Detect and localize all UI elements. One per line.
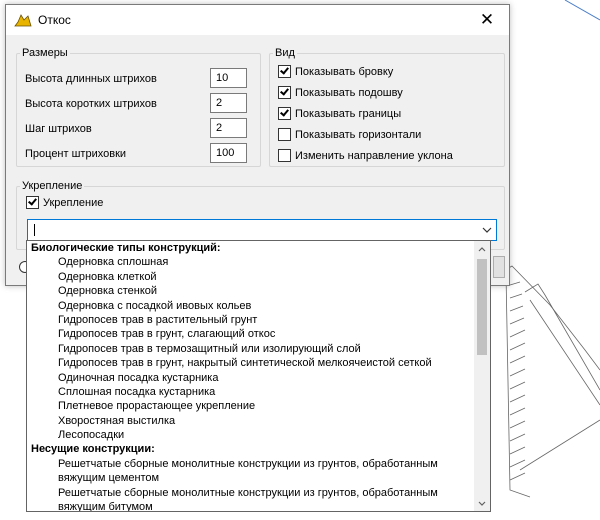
show-toe-label: Показывать подошву [295, 86, 403, 99]
stroke-step-input[interactable] [210, 118, 247, 138]
chevron-down-icon [478, 501, 486, 506]
reverse-slope-checkbox[interactable] [278, 149, 291, 162]
sizes-legend: Размеры [20, 47, 70, 59]
dropdown-option[interactable]: Решетчатые сборные монолитные конструкци… [27, 486, 474, 511]
dropdown-scrollbar[interactable] [474, 241, 490, 511]
show-borders-label: Показывать границы [295, 107, 402, 120]
short-stroke-input[interactable] [210, 93, 247, 113]
hatch-percent-label: Процент штриховки [25, 148, 127, 160]
chevron-up-icon [478, 246, 486, 251]
dropdown-option[interactable]: Одиночная посадка кустарника [27, 371, 474, 385]
reverse-slope-option[interactable]: Изменить направление уклона [278, 149, 453, 162]
dropdown-option[interactable]: Сплошная посадка кустарника [27, 385, 474, 399]
reinforcement-checkbox[interactable] [26, 196, 39, 209]
dropdown-option[interactable]: Гидропосев трав в грунт, слагающий откос [27, 327, 474, 341]
show-edge-label: Показывать бровку [295, 65, 394, 78]
chevron-down-icon [482, 227, 492, 233]
scroll-thumb[interactable] [477, 259, 487, 355]
show-contours-option[interactable]: Показывать горизонтали [278, 128, 421, 141]
show-edge-option[interactable]: Показывать бровку [278, 65, 393, 78]
app-icon [14, 14, 32, 27]
reinforcement-option[interactable]: Укрепление [26, 196, 103, 209]
dropdown-option[interactable]: Одерновка клеткой [27, 270, 474, 284]
dropdown-list: Биологические типы конструкций: Одерновка… [27, 241, 474, 511]
checkmark-icon [280, 65, 289, 75]
scroll-up-button[interactable] [474, 241, 490, 257]
dropdown-option[interactable]: Лесопосадки [27, 428, 474, 442]
dropdown-option[interactable]: Хворостяная выстилка [27, 414, 474, 428]
show-borders-checkbox[interactable] [278, 107, 291, 120]
reinforcement-label: Укрепление [43, 196, 104, 209]
close-icon: ✕ [479, 10, 495, 29]
show-contours-checkbox[interactable] [278, 128, 291, 141]
hatch-percent-input[interactable] [210, 143, 247, 163]
dropdown-option[interactable]: Одерновка с посадкой ивовых кольев [27, 299, 474, 313]
checkmark-icon [280, 107, 289, 117]
combo-dropdown-button[interactable] [478, 220, 496, 240]
close-button[interactable]: ✕ [465, 5, 509, 35]
checkmark-icon [280, 86, 289, 96]
dropdown-option[interactable]: Решетчатые сборные монолитные конструкци… [27, 457, 474, 486]
stroke-step-label: Шаг штрихов [25, 123, 92, 135]
dropdown-option[interactable]: Плетневое прорастающее укрепление [27, 399, 474, 413]
reinforcement-type-combo[interactable] [27, 219, 497, 241]
dropdown-option[interactable]: Одерновка стенкой [27, 284, 474, 298]
title-bar: Откос ✕ [6, 5, 509, 35]
dropdown-category: Несущие конструкции: [31, 443, 155, 456]
show-toe-option[interactable]: Показывать подошву [278, 86, 403, 99]
view-group: Вид Показывать бровку Показывать подошву… [269, 47, 505, 167]
dropdown-option[interactable]: Гидропосев трав в растительный грунт [27, 313, 474, 327]
dropdown-option[interactable]: Гидропосев трав в термозащитный или изол… [27, 342, 474, 356]
scroll-down-button[interactable] [474, 495, 490, 511]
show-edge-checkbox[interactable] [278, 65, 291, 78]
show-contours-label: Показывать горизонтали [295, 128, 422, 141]
short-stroke-label: Высота коротких штрихов [25, 98, 157, 110]
dropdown-option[interactable]: Гидропосев трав в грунт, накрытый синтет… [27, 356, 474, 370]
sizes-group: Размеры Высота длинных штрихов Высота ко… [16, 47, 261, 167]
dropdown-option[interactable]: Одерновка сплошная [27, 255, 474, 269]
show-toe-checkbox[interactable] [278, 86, 291, 99]
long-stroke-label: Высота длинных штрихов [25, 73, 157, 85]
reinforcement-legend: Укрепление [20, 180, 85, 192]
show-borders-option[interactable]: Показывать границы [278, 107, 401, 120]
dropdown-category: Биологические типы конструкций: [31, 242, 221, 254]
reverse-slope-label: Изменить направление уклона [295, 149, 453, 162]
long-stroke-input[interactable] [210, 68, 247, 88]
checkmark-icon [28, 196, 37, 206]
view-legend: Вид [273, 47, 297, 59]
text-cursor [34, 224, 35, 236]
window-title: Откос [38, 13, 71, 27]
dialog-button[interactable] [493, 256, 505, 278]
reinforcement-type-dropdown: Биологические типы конструкций: Одерновка… [26, 240, 491, 512]
